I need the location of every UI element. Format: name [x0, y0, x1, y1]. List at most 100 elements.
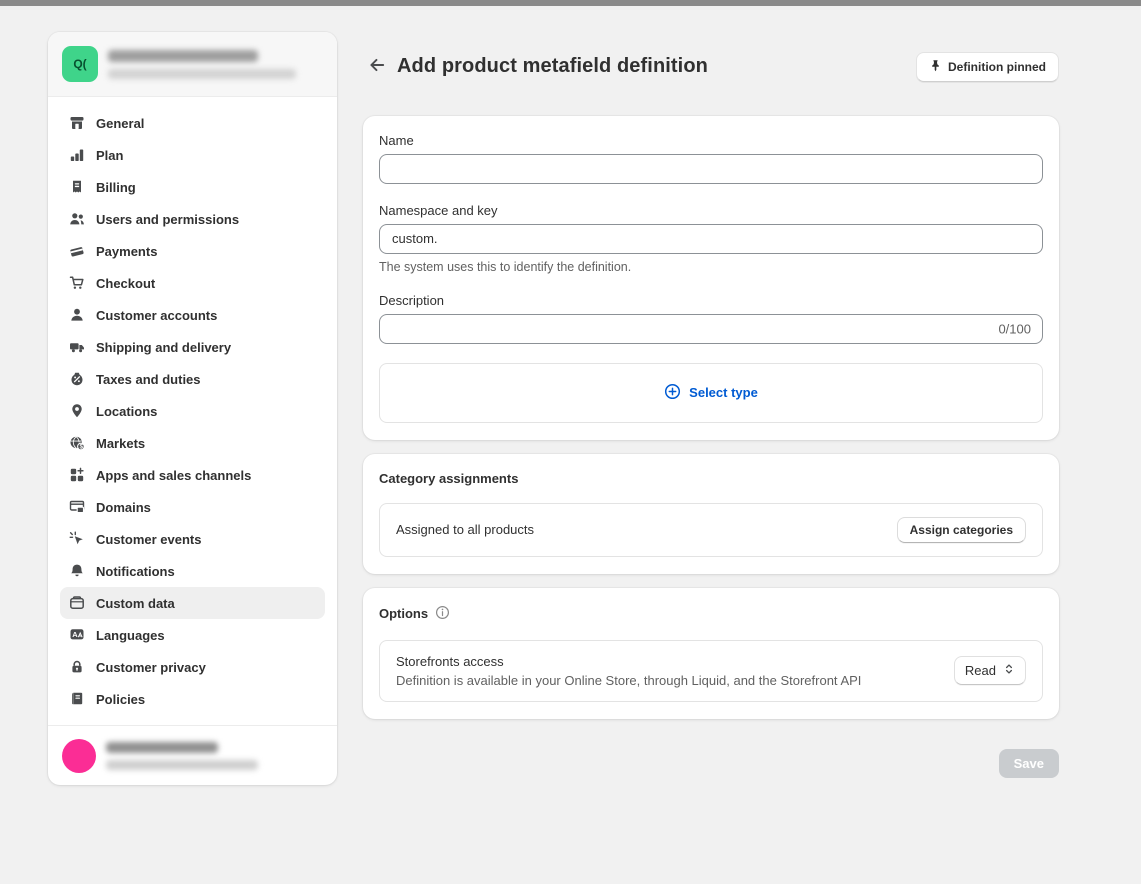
chevron-updown-icon [1003, 663, 1015, 678]
bell-icon [68, 563, 86, 579]
sidebar-item-label: Users and permissions [96, 212, 239, 227]
sidebar-item-label: Checkout [96, 276, 155, 291]
sidebar-item-policies[interactable]: Policies [60, 683, 325, 715]
namespace-input[interactable] [379, 224, 1043, 254]
sidebar-item-taxes-and-duties[interactable]: Taxes and duties [60, 363, 325, 395]
save-button[interactable]: Save [999, 749, 1059, 778]
sidebar-item-label: Taxes and duties [96, 372, 201, 387]
options-title-row: Options [379, 605, 1043, 623]
select-type-button[interactable]: Select type [379, 363, 1043, 423]
category-assignment-status: Assigned to all products [396, 522, 534, 537]
sidebar-item-general[interactable]: General [60, 107, 325, 139]
namespace-label: Namespace and key [379, 203, 1043, 218]
store-domain-redacted [108, 69, 296, 79]
sidebar-item-languages[interactable]: A Languages [60, 619, 325, 651]
sidebar-item-locations[interactable]: Locations [60, 395, 325, 427]
name-input[interactable] [379, 154, 1043, 184]
user-identity [106, 742, 258, 770]
sidebar-item-label: Locations [96, 404, 157, 419]
sidebar-item-label: Plan [96, 148, 123, 163]
definition-pinned-button[interactable]: Definition pinned [916, 52, 1059, 82]
sidebar-item-apps-and-sales-channels[interactable]: Apps and sales channels [60, 459, 325, 491]
storefronts-access-text: Storefronts access Definition is availab… [396, 654, 861, 688]
policy-doc-icon [68, 691, 86, 707]
sidebar-item-users-and-permissions[interactable]: Users and permissions [60, 203, 325, 235]
store-header[interactable]: Q( [48, 32, 337, 97]
sidebar-item-label: Policies [96, 692, 145, 707]
cursor-click-icon [68, 531, 86, 547]
sidebar-item-plan[interactable]: Plan [60, 139, 325, 171]
storefronts-access-title: Storefronts access [396, 654, 861, 669]
storefronts-access-select[interactable]: Read [954, 656, 1026, 685]
sidebar-item-label: Payments [96, 244, 157, 259]
sidebar-item-label: Apps and sales channels [96, 468, 251, 483]
billing-icon [68, 179, 86, 195]
translate-icon: A [68, 627, 86, 643]
settings-sidebar: Q( General Plan Billing Users and permis… [48, 32, 337, 785]
back-button[interactable] [363, 53, 391, 81]
assign-categories-button[interactable]: Assign categories [897, 517, 1026, 543]
taxes-icon [68, 371, 86, 387]
sidebar-item-label: General [96, 116, 144, 131]
page-header: Add product metafield definition Definit… [363, 42, 1059, 92]
options-card: Options Storefronts access Definition is… [363, 588, 1059, 719]
page-title: Add product metafield definition [397, 55, 916, 78]
sidebar-item-label: Customer privacy [96, 660, 206, 675]
sidebar-item-notifications[interactable]: Notifications [60, 555, 325, 587]
settings-nav: General Plan Billing Users and permissio… [48, 97, 337, 725]
sidebar-item-domains[interactable]: Domains [60, 491, 325, 523]
sidebar-item-label: Custom data [96, 596, 175, 611]
definition-form-card: Name Namespace and key The system uses t… [363, 116, 1059, 440]
sidebar-item-customer-accounts[interactable]: Customer accounts [60, 299, 325, 331]
description-label: Description [379, 293, 1043, 308]
sidebar-item-label: Customer accounts [96, 308, 217, 323]
store-identity [108, 50, 296, 79]
sidebar-item-checkout[interactable]: Checkout [60, 267, 325, 299]
sidebar-item-custom-data[interactable]: Custom data [60, 587, 325, 619]
person-icon [68, 307, 86, 323]
users-icon [68, 211, 86, 227]
namespace-help-text: The system uses this to identify the def… [379, 260, 1043, 274]
pin-icon [929, 59, 942, 75]
storefronts-access-row: Storefronts access Definition is availab… [379, 640, 1043, 702]
select-type-label: Select type [689, 385, 758, 400]
sidebar-item-payments[interactable]: Payments [60, 235, 325, 267]
sidebar-item-label: Notifications [96, 564, 175, 579]
cart-icon [68, 275, 86, 291]
apps-icon [68, 467, 86, 483]
description-char-counter: 0/100 [998, 321, 1031, 336]
location-pin-icon [68, 403, 86, 419]
sidebar-item-label: Markets [96, 436, 145, 451]
options-title: Options [379, 606, 428, 621]
type-field-group: Select type [379, 363, 1043, 423]
plus-circle-icon [664, 383, 681, 403]
back-arrow-icon [368, 56, 386, 77]
sidebar-item-billing[interactable]: Billing [60, 171, 325, 203]
storefronts-access-description: Definition is available in your Online S… [396, 673, 861, 688]
main-content: Add product metafield definition Definit… [363, 42, 1059, 778]
info-icon[interactable] [435, 605, 450, 623]
category-assignments-title: Category assignments [379, 471, 1043, 486]
user-footer[interactable] [48, 725, 337, 785]
definition-pinned-label: Definition pinned [948, 60, 1046, 74]
description-input[interactable] [379, 314, 1043, 344]
plan-icon [68, 147, 86, 163]
storefronts-access-select-value: Read [965, 663, 996, 678]
store-name-redacted [108, 50, 258, 62]
lock-icon [68, 659, 86, 675]
data-tin-icon [68, 595, 86, 611]
store-avatar: Q( [62, 46, 98, 82]
sidebar-item-markets[interactable]: $ Markets [60, 427, 325, 459]
sidebar-item-customer-privacy[interactable]: Customer privacy [60, 651, 325, 683]
sidebar-item-shipping-and-delivery[interactable]: Shipping and delivery [60, 331, 325, 363]
sidebar-item-label: Billing [96, 180, 136, 195]
sidebar-item-customer-events[interactable]: Customer events [60, 523, 325, 555]
name-field-group: Name [379, 133, 1043, 184]
description-field-group: Description 0/100 [379, 293, 1043, 344]
category-assignment-row: Assigned to all products Assign categori… [379, 503, 1043, 557]
top-strip [0, 0, 1141, 6]
user-email-redacted [106, 760, 258, 770]
sidebar-item-label: Languages [96, 628, 165, 643]
category-assignments-card: Category assignments Assigned to all pro… [363, 454, 1059, 574]
domains-icon [68, 499, 86, 515]
